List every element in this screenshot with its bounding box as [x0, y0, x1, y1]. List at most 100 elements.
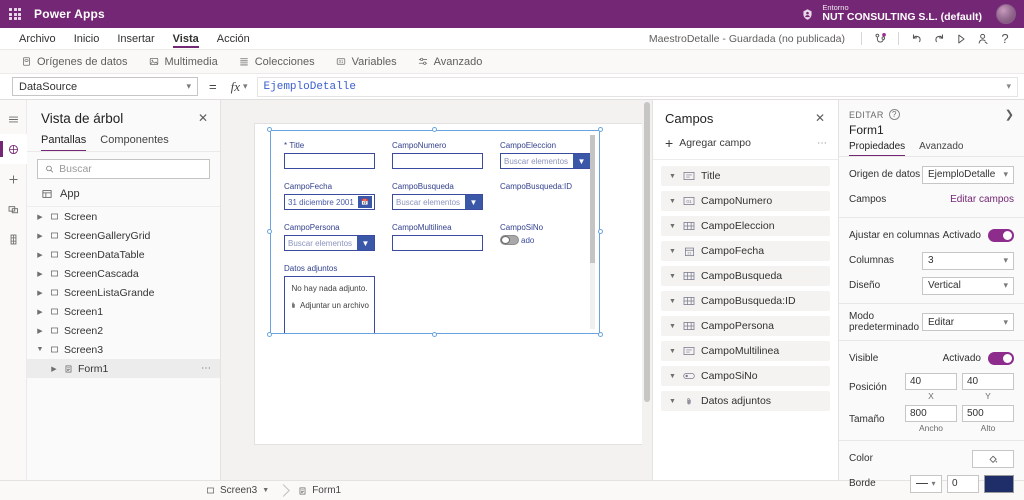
resize-handle-middle-left[interactable] [267, 229, 272, 234]
field-row-campobusquedaid[interactable]: ▼ CampoBusqueda:ID [661, 291, 830, 311]
tree-item-screen[interactable]: ▶ Screen [27, 207, 220, 226]
chevron-down-icon[interactable]: ▼ [669, 223, 677, 230]
media-library-icon[interactable] [0, 224, 27, 254]
chevron-down-icon[interactable]: ▼ [669, 173, 677, 180]
resize-handle-top-center[interactable] [432, 127, 437, 132]
ribbon-colecciones[interactable]: Colecciones [229, 50, 324, 74]
visible-toggle-wrap[interactable]: Activado [943, 352, 1014, 365]
chevron-right-icon[interactable]: ▶ [49, 365, 59, 373]
visible-toggle[interactable] [988, 352, 1014, 365]
campopersona-combobox[interactable]: Buscar elementos ▼ [284, 235, 375, 251]
add-field-button[interactable]: + Agregar campo ⋯ [653, 134, 838, 160]
resize-handle-bottom-center[interactable] [432, 332, 437, 337]
chevron-down-icon[interactable]: ▼ [262, 487, 269, 494]
chevron-right-icon[interactable]: ▶ [35, 308, 45, 316]
default-mode-select[interactable]: Editar ▾ [922, 313, 1014, 331]
edit-fields-link[interactable]: Editar campos [950, 194, 1014, 205]
tree-item-screengallerygrid[interactable]: ▶ ScreenGalleryGrid [27, 226, 220, 245]
chevron-down-icon[interactable]: ▼ [669, 248, 677, 255]
chevron-down-icon[interactable]: ▼ [669, 348, 677, 355]
border-style-select[interactable]: ▾ [910, 474, 942, 493]
chevron-right-icon[interactable]: ▶ [35, 327, 45, 335]
size-width-input[interactable] [905, 405, 957, 422]
size-height-input[interactable] [962, 405, 1014, 422]
field-row-campofecha[interactable]: ▼ 21 CampoFecha [661, 241, 830, 261]
tree-item-screenlistagrande[interactable]: ▶ ScreenListaGrande [27, 283, 220, 302]
search-box[interactable] [37, 159, 210, 179]
chevron-down-icon[interactable]: ▼ [669, 198, 677, 205]
close-icon[interactable]: ✕ [812, 110, 828, 126]
campofecha-datepicker[interactable]: 31 diciembre 2001 📅 [284, 194, 375, 210]
chevron-down-icon[interactable]: ▼ [669, 398, 677, 405]
hamburger-menu-icon[interactable] [0, 104, 27, 134]
position-x-input[interactable] [905, 373, 957, 390]
avatar[interactable] [996, 4, 1016, 24]
chevron-down-icon[interactable]: ▼ [465, 195, 482, 209]
layout-select[interactable]: Vertical ▾ [922, 276, 1014, 295]
menu-item-vista[interactable]: Vista [164, 28, 208, 50]
menu-item-accion[interactable]: Acción [208, 28, 259, 50]
attachment-control[interactable]: No hay nada adjunto. Adjuntar un archivo [284, 276, 375, 333]
share-person-icon[interactable] [972, 28, 994, 50]
close-icon[interactable]: ✕ [194, 110, 212, 126]
insert-plus-icon[interactable] [0, 164, 27, 194]
resize-handle-top-right[interactable] [598, 127, 603, 132]
chevron-down-icon[interactable]: ▾ [1006, 81, 1011, 92]
chevron-down-icon[interactable]: ▼ [669, 273, 677, 280]
tab-componentes[interactable]: Componentes [100, 132, 169, 151]
resize-handle-middle-right[interactable] [598, 229, 603, 234]
ribbon-multimedia[interactable]: Multimedia [139, 50, 227, 74]
border-color-swatch[interactable] [984, 474, 1014, 493]
menu-item-archivo[interactable]: Archivo [10, 28, 65, 50]
scrollbar-thumb[interactable] [590, 135, 595, 263]
tab-propiedades[interactable]: Propiedades [849, 141, 906, 156]
tree-item-screendatatable[interactable]: ▶ ScreenDataTable [27, 245, 220, 264]
more-options-icon[interactable]: ⋯ [817, 138, 828, 149]
calendar-icon[interactable]: 📅 [358, 196, 372, 208]
tree-item-screen2[interactable]: ▶ Screen2 [27, 321, 220, 340]
data-source-select[interactable]: EjemploDetalle ▾ [922, 165, 1014, 184]
app-checker-icon[interactable] [869, 28, 891, 50]
search-input[interactable] [59, 163, 202, 175]
formula-input-wrap[interactable]: EjemploDetalle ▾ [256, 76, 1018, 97]
undo-icon[interactable] [906, 28, 928, 50]
data-sources-icon[interactable] [0, 194, 27, 224]
ribbon-origenes-de-datos[interactable]: Orígenes de datos [12, 50, 137, 74]
field-row-title[interactable]: ▼ Title [661, 166, 830, 186]
menu-item-inicio[interactable]: Inicio [65, 28, 109, 50]
help-icon[interactable]: ? [994, 28, 1016, 50]
more-options-icon[interactable]: ⋯ [201, 363, 220, 374]
resize-handle-bottom-right[interactable] [598, 332, 603, 337]
app-screen-canvas[interactable]: * Title CampoNumero CampoEleccion Buscar… [255, 124, 647, 444]
redo-icon[interactable] [928, 28, 950, 50]
breadcrumb-form1[interactable]: Form1 [292, 485, 347, 496]
campobusqueda-combobox[interactable]: Buscar elementos ▼ [392, 194, 483, 210]
field-row-campobusqueda[interactable]: ▼ CampoBusqueda [661, 266, 830, 286]
camponumero-input[interactable] [392, 153, 483, 169]
field-row-camposino[interactable]: ▼ CampoSiNo [661, 366, 830, 386]
help-circle-icon[interactable]: ? [888, 109, 900, 120]
chevron-down-icon[interactable]: ▼ [669, 373, 677, 380]
chevron-down-icon[interactable]: ▼ [669, 323, 677, 330]
tree-item-screencascada[interactable]: ▶ ScreenCascada [27, 264, 220, 283]
tab-avanzado[interactable]: Avanzado [919, 141, 963, 156]
camposino-toggle[interactable] [500, 235, 519, 245]
chevron-down-icon[interactable]: ▼ [669, 298, 677, 305]
chevron-right-icon[interactable]: ▶ [35, 270, 45, 278]
resize-handle-bottom-left[interactable] [267, 332, 272, 337]
chevron-right-icon[interactable]: ▶ [35, 289, 45, 297]
chevron-right-icon[interactable]: ▶ [35, 251, 45, 259]
preview-play-icon[interactable] [950, 28, 972, 50]
campoeleccion-combobox[interactable]: Buscar elementos ▼ [500, 153, 591, 169]
field-row-campopersona[interactable]: ▼ CampoPersona [661, 316, 830, 336]
canvas-area[interactable]: * Title CampoNumero CampoEleccion Buscar… [221, 100, 652, 480]
chevron-right-icon[interactable]: ❯ [1003, 108, 1016, 121]
tree-item-screen3[interactable]: ▼ Screen3 [27, 340, 220, 359]
attach-file-button[interactable]: Adjuntar un archivo [290, 301, 369, 310]
chevron-right-icon[interactable]: ▶ [35, 213, 45, 221]
property-select[interactable]: DataSource ▾ [12, 77, 198, 96]
chevron-down-icon[interactable]: ▼ [357, 236, 374, 250]
tree-view-icon[interactable] [0, 134, 27, 164]
ribbon-variables[interactable]: 01 Variables [326, 50, 406, 74]
field-row-campomultilinea[interactable]: ▼ CampoMultilinea [661, 341, 830, 361]
